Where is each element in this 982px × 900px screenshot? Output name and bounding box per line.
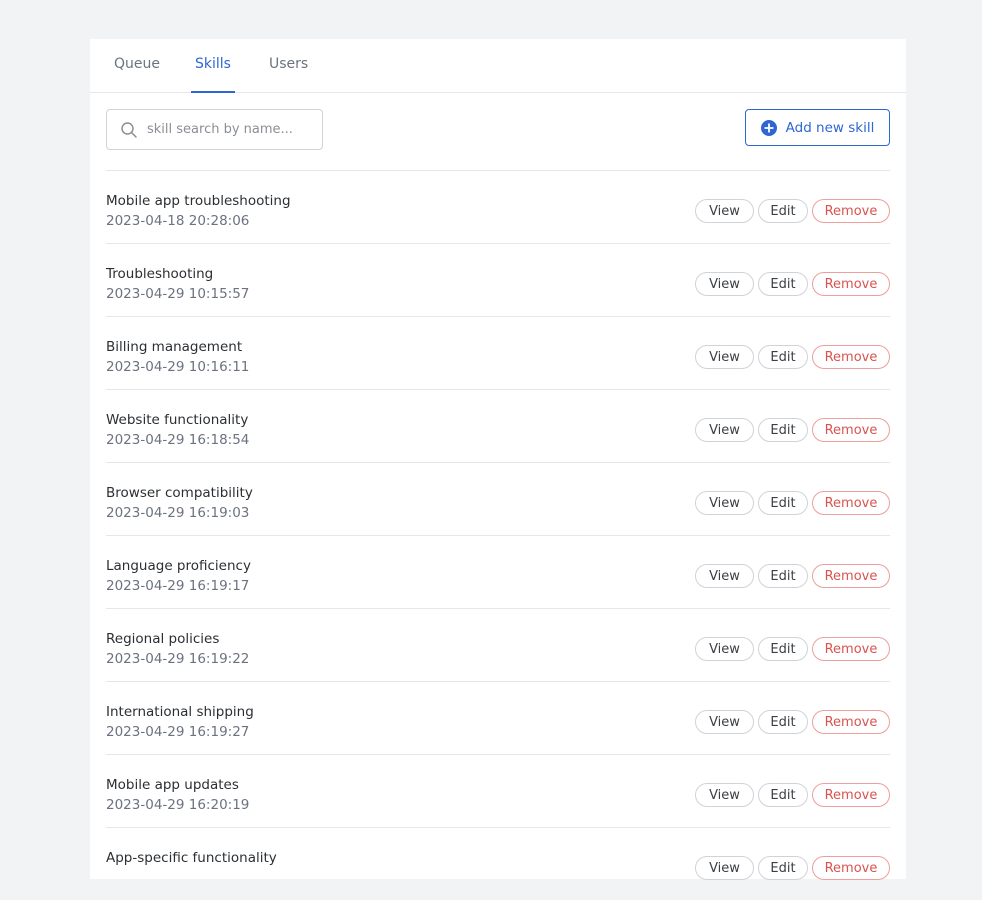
skill-created-date: 2023-04-18 20:28:06 — [106, 213, 250, 229]
row-actions: View Edit Remove — [695, 345, 890, 369]
row-actions: View Edit Remove — [695, 856, 890, 880]
row-actions: View Edit Remove — [695, 491, 890, 515]
view-button[interactable]: View — [695, 564, 754, 588]
skills-list: Mobile app troubleshooting 2023-04-18 20… — [106, 170, 890, 900]
skill-created-date: 2023-04-29 16:20:19 — [106, 797, 250, 813]
skill-name: Troubleshooting — [106, 266, 214, 282]
skill-row: Mobile app troubleshooting 2023-04-18 20… — [106, 170, 890, 243]
add-new-skill-button[interactable]: Add new skill — [745, 109, 890, 146]
remove-button[interactable]: Remove — [812, 345, 890, 369]
skills-panel: Queue Skills Users Add new skill Mobile … — [90, 39, 906, 880]
row-actions: View Edit Remove — [695, 564, 890, 588]
edit-button[interactable]: Edit — [758, 272, 808, 296]
skill-name: Mobile app troubleshooting — [106, 193, 291, 209]
row-actions: View Edit Remove — [695, 418, 890, 442]
skill-created-date: 2023-04-29 10:16:11 — [106, 359, 250, 375]
search-input[interactable] — [147, 110, 315, 149]
skill-name: Language proficiency — [106, 558, 251, 574]
plus-circle-icon — [760, 119, 777, 136]
edit-button[interactable]: Edit — [758, 491, 808, 515]
remove-button[interactable]: Remove — [812, 272, 890, 296]
remove-button[interactable]: Remove — [812, 418, 890, 442]
remove-button[interactable]: Remove — [812, 856, 890, 880]
skill-created-date: 2023-04-29 16:19:22 — [106, 651, 250, 667]
row-actions: View Edit Remove — [695, 710, 890, 734]
remove-button[interactable]: Remove — [812, 491, 890, 515]
toolbar: Add new skill — [90, 93, 906, 171]
row-actions: View Edit Remove — [695, 783, 890, 807]
view-button[interactable]: View — [695, 491, 754, 515]
skill-name: Browser compatibility — [106, 485, 253, 501]
tab-queue[interactable]: Queue — [110, 39, 164, 92]
edit-button[interactable]: Edit — [758, 710, 808, 734]
view-button[interactable]: View — [695, 710, 754, 734]
skill-name: Website functionality — [106, 412, 249, 428]
row-actions: View Edit Remove — [695, 272, 890, 296]
skill-row: Mobile app updates 2023-04-29 16:20:19 V… — [106, 754, 890, 827]
view-button[interactable]: View — [695, 345, 754, 369]
skill-name: Regional policies — [106, 631, 220, 647]
skill-row: Troubleshooting 2023-04-29 10:15:57 View… — [106, 243, 890, 316]
view-button[interactable]: View — [695, 637, 754, 661]
skill-row: International shipping 2023-04-29 16:19:… — [106, 681, 890, 754]
edit-button[interactable]: Edit — [758, 783, 808, 807]
add-new-skill-label: Add new skill — [785, 119, 875, 136]
row-actions: View Edit Remove — [695, 637, 890, 661]
row-actions: View Edit Remove — [695, 199, 890, 223]
skill-row: Browser compatibility 2023-04-29 16:19:0… — [106, 462, 890, 535]
skill-name: Billing management — [106, 339, 243, 355]
tab-skills[interactable]: Skills — [191, 39, 235, 93]
skill-created-date: 2023-04-29 16:19:03 — [106, 505, 250, 521]
view-button[interactable]: View — [695, 199, 754, 223]
view-button[interactable]: View — [695, 856, 754, 880]
remove-button[interactable]: Remove — [812, 710, 890, 734]
edit-button[interactable]: Edit — [758, 856, 808, 880]
edit-button[interactable]: Edit — [758, 199, 808, 223]
search-icon — [121, 122, 137, 138]
view-button[interactable]: View — [695, 783, 754, 807]
edit-button[interactable]: Edit — [758, 564, 808, 588]
skill-name: International shipping — [106, 704, 254, 720]
tab-bar: Queue Skills Users — [90, 39, 906, 93]
skill-created-date: 2023-04-29 16:18:54 — [106, 432, 250, 448]
skill-created-date: 2023-04-29 16:19:17 — [106, 578, 250, 594]
skill-row: Website functionality 2023-04-29 16:18:5… — [106, 389, 890, 462]
edit-button[interactable]: Edit — [758, 418, 808, 442]
edit-button[interactable]: Edit — [758, 637, 808, 661]
skill-created-date: 2023-04-29 10:15:57 — [106, 286, 250, 302]
edit-button[interactable]: Edit — [758, 345, 808, 369]
remove-button[interactable]: Remove — [812, 637, 890, 661]
remove-button[interactable]: Remove — [812, 564, 890, 588]
remove-button[interactable]: Remove — [812, 199, 890, 223]
view-button[interactable]: View — [695, 272, 754, 296]
remove-button[interactable]: Remove — [812, 783, 890, 807]
search-box[interactable] — [106, 109, 323, 150]
tab-users[interactable]: Users — [265, 39, 312, 92]
skill-created-date: 2023-04-29 16:19:27 — [106, 724, 250, 740]
skill-row: Regional policies 2023-04-29 16:19:22 Vi… — [106, 608, 890, 681]
skill-row: Billing management 2023-04-29 10:16:11 V… — [106, 316, 890, 389]
view-button[interactable]: View — [695, 418, 754, 442]
skill-row: Language proficiency 2023-04-29 16:19:17… — [106, 535, 890, 608]
skill-name: Mobile app updates — [106, 777, 239, 793]
